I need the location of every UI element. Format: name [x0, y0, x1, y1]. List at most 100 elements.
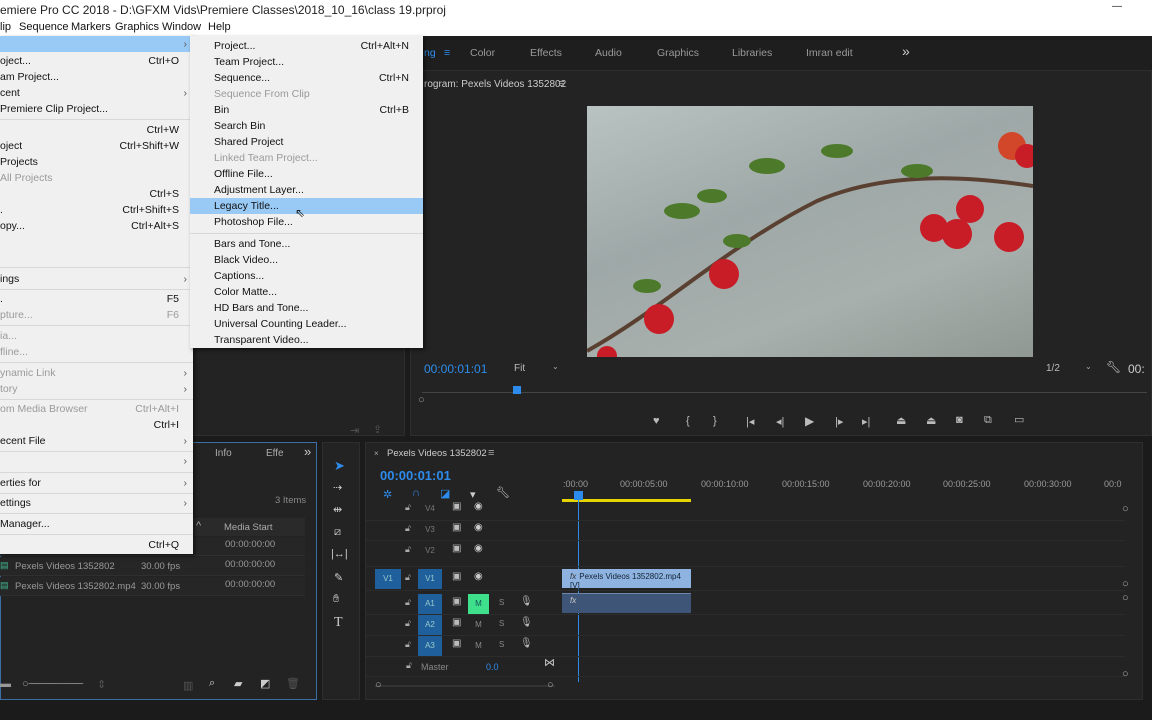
column-media-start[interactable]: Media Start	[224, 522, 273, 533]
file-menu-item-oject[interactable]: oject... Ctrl+O	[0, 53, 193, 69]
vertical-scroll-handle[interactable]: ○	[1122, 503, 1129, 515]
file-menu-item-premiere-clip-project[interactable]: Premiere Clip Project...	[0, 101, 193, 117]
menu-sequence[interactable]: Sequence	[19, 21, 69, 33]
file-menu-item-blank[interactable]: . F5	[0, 291, 193, 307]
file-menu-item-blank[interactable]: Ctrl+I	[0, 417, 193, 433]
eye-icon[interactable]: ◉	[474, 522, 483, 533]
ripple-edit-tool-icon[interactable]: ⇹	[333, 503, 342, 516]
tab-info[interactable]: Info	[215, 448, 232, 459]
eye-icon[interactable]: ◉	[474, 571, 483, 582]
microphone-icon[interactable]: 🎙︎	[520, 617, 533, 628]
go-to-in-icon[interactable]: |◂	[746, 415, 754, 428]
add-marker-icon[interactable]: ▾	[470, 488, 476, 501]
new-menu-item-black-video[interactable]: Black Video...	[190, 252, 423, 268]
lock-icon[interactable]: 🔓︎	[405, 639, 411, 650]
video-clip[interactable]: fx Pexels Videos 1352802.mp4 [V]	[562, 569, 691, 590]
file-menu-item-ynamic-link[interactable]: ynamic Link ›	[0, 365, 193, 381]
zoom-slider[interactable]: ○───────	[22, 678, 83, 690]
file-menu-item-blank[interactable]: Ctrl+S	[0, 186, 193, 202]
workspace-effects[interactable]: Effects	[530, 47, 562, 59]
new-menu-item-bars-and-tone[interactable]: Bars and Tone...	[190, 236, 423, 252]
type-tool-icon[interactable]: T	[334, 615, 343, 631]
scroll-handle-right[interactable]: ○	[547, 679, 554, 691]
play-icon[interactable]: ▶	[805, 414, 814, 428]
file-menu-item-om-media-browser[interactable]: om Media Browser Ctrl+Alt+I	[0, 401, 193, 417]
new-menu-item-color-matte[interactable]: Color Matte...	[190, 284, 423, 300]
eye-icon[interactable]: ◉	[474, 543, 483, 554]
vertical-scroll-handle[interactable]: ○	[1122, 668, 1129, 680]
playhead-handle[interactable]	[574, 491, 583, 500]
new-menu-item-universal-counting-leader[interactable]: Universal Counting Leader...	[190, 316, 423, 332]
new-menu-item-adjustment-layer[interactable]: Adjustment Layer...	[190, 182, 423, 198]
sync-lock-icon[interactable]: ▣	[452, 543, 461, 554]
sync-lock-icon[interactable]: ▣	[452, 501, 461, 512]
new-menu-item-linked-team-project[interactable]: Linked Team Project...	[190, 150, 423, 166]
new-menu-item-shared-project[interactable]: Shared Project	[190, 134, 423, 150]
lock-icon[interactable]: 🔓︎	[405, 597, 411, 608]
track-target-a1[interactable]: A1	[418, 594, 442, 614]
lock-icon[interactable]: 🔓︎	[405, 618, 411, 629]
file-menu-item-opy[interactable]: opy... Ctrl+Alt+S	[0, 218, 193, 234]
file-menu-item-blank[interactable]: ›	[0, 453, 193, 469]
track-target-v1[interactable]: V1	[418, 569, 442, 589]
lock-icon[interactable]: 🔓︎	[405, 523, 411, 534]
list-view-icon[interactable]: ▬	[0, 678, 11, 690]
track-target-a3[interactable]: A3	[418, 636, 442, 656]
file-menu-item-ings[interactable]: ings ›	[0, 271, 193, 287]
workspace-imran-edit[interactable]: Imran edit	[806, 47, 853, 59]
audio-clip[interactable]: fx	[562, 593, 691, 613]
sync-lock-icon[interactable]: ▣	[452, 571, 461, 582]
add-marker-icon[interactable]: ♥︎	[653, 415, 660, 427]
safe-margins-icon[interactable]: ▭	[1014, 413, 1024, 426]
solo-button[interactable]: S	[499, 619, 504, 628]
sync-lock-icon[interactable]: ▣	[452, 638, 461, 649]
sequence-tab[interactable]: Pexels Videos 1352802	[387, 448, 487, 459]
mute-button[interactable]: M	[468, 636, 489, 656]
track-target-v3[interactable]: V3	[418, 520, 442, 540]
fit-dropdown[interactable]: Fit	[514, 363, 525, 374]
file-menu-item-pture[interactable]: pture... F6	[0, 307, 193, 323]
sort-icons-icon[interactable]: ⇕	[97, 678, 106, 691]
new-menu-item-search-bin[interactable]: Search Bin	[190, 118, 423, 134]
selection-tool-icon[interactable]: ➤	[334, 458, 345, 474]
slip-tool-icon[interactable]: |↔|	[331, 548, 348, 560]
file-menu-item-ettings[interactable]: ettings ›	[0, 495, 193, 511]
file-menu-item-projects[interactable]: Projects	[0, 154, 193, 170]
mute-button[interactable]: M	[468, 615, 489, 635]
sync-lock-icon[interactable]: ▣	[452, 617, 461, 628]
mute-button[interactable]: M	[468, 594, 489, 614]
lock-icon[interactable]: 🔓︎	[405, 502, 411, 513]
razor-tool-icon[interactable]: ⧄	[334, 526, 341, 539]
track-target-v4[interactable]: V4	[418, 499, 442, 519]
vertical-scroll-handle[interactable]: ○	[1122, 578, 1129, 590]
lock-icon[interactable]: 🔓︎	[405, 544, 411, 555]
playhead-marker[interactable]	[513, 386, 521, 394]
menu-window[interactable]: Window	[162, 21, 201, 33]
timeline-settings-icon[interactable]: 🔧︎	[496, 486, 510, 499]
mark-out-icon[interactable]: }	[713, 415, 717, 427]
tab-effects[interactable]: Effe	[266, 448, 284, 459]
search-icon[interactable]: ⌕	[209, 677, 215, 690]
new-menu-item-team-project[interactable]: Team Project...	[190, 54, 423, 70]
hand-tool-icon[interactable]: ✋︎	[333, 593, 339, 606]
automate-icon[interactable]: ▥	[183, 679, 193, 692]
trash-icon[interactable]: 🗑︎	[286, 677, 300, 690]
file-menu-item-ia[interactable]: ia...	[0, 328, 193, 344]
go-to-out-icon[interactable]: ▸|	[862, 415, 870, 428]
new-bin-icon[interactable]: ▰	[234, 677, 242, 690]
new-menu-item-sequence-from-clip[interactable]: Sequence From Clip	[190, 86, 423, 102]
microphone-icon[interactable]: 🎙︎	[520, 638, 533, 649]
new-item-icon[interactable]: ◩	[260, 677, 270, 690]
new-menu-item-photoshop-file[interactable]: Photoshop File...	[190, 214, 423, 230]
menu-graphics[interactable]: Graphics	[115, 21, 159, 33]
timeline-menu-icon[interactable]: ≡	[488, 447, 494, 459]
file-menu-item-tory[interactable]: tory ›	[0, 381, 193, 397]
menu-help[interactable]: Help	[208, 21, 231, 33]
file-menu-item-cent[interactable]: cent ›	[0, 85, 193, 101]
go-to-end-icon[interactable]: ⋈	[544, 656, 555, 669]
file-menu-item-am-project[interactable]: am Project...	[0, 69, 193, 85]
nest-icon[interactable]: ✲	[383, 488, 392, 501]
step-forward-icon[interactable]: |▸	[835, 415, 843, 428]
track-select-tool-icon[interactable]: ⇢	[333, 481, 342, 494]
lock-icon[interactable]: 🔓︎	[405, 572, 411, 583]
